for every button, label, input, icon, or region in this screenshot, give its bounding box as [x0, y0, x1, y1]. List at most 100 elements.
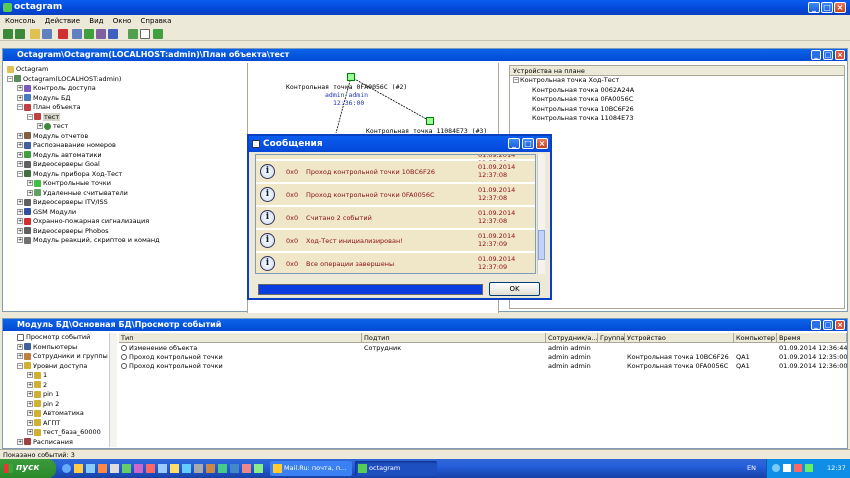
start-button[interactable]: пуск: [0, 459, 56, 478]
tree-item[interactable]: − Octagram(LOCALHOST:admin): [5, 75, 245, 85]
clock[interactable]: 12:37: [827, 459, 846, 478]
tree-item[interactable]: + Охранно-пожарная сигнализация: [5, 217, 245, 227]
tree-item[interactable]: + АГПТ: [5, 419, 109, 429]
column-header-computer[interactable]: Компьютер: [734, 333, 777, 343]
folder-icon[interactable]: [30, 29, 40, 39]
tree-item[interactable]: + Сотрудники и группы: [5, 352, 109, 362]
tree-item[interactable]: Просмотр событий: [5, 333, 109, 343]
quicklaunch-ie-icon[interactable]: [62, 464, 71, 473]
tree-item[interactable]: + Распознавание номеров: [5, 141, 245, 151]
tray-icon[interactable]: [794, 464, 802, 472]
plan-close-button[interactable]: ×: [835, 50, 845, 60]
dialog-title-bar[interactable]: Сообщения _ □ ×: [249, 136, 550, 152]
list-item[interactable]: i 0x0 Проход контрольной точки 10BC6F26 …: [256, 161, 535, 183]
list-item[interactable]: i 0x0 Считано 2 событий 01.09.2014 12:37:…: [256, 207, 535, 229]
menu-window[interactable]: Окно: [113, 15, 132, 27]
help-icon[interactable]: [108, 29, 118, 39]
quicklaunch-icon[interactable]: [230, 464, 239, 473]
menu-view[interactable]: Вид: [89, 15, 103, 27]
ok-button[interactable]: OK: [489, 282, 540, 296]
quicklaunch-icon[interactable]: [242, 464, 251, 473]
quicklaunch-icon[interactable]: [182, 464, 191, 473]
quicklaunch-icon[interactable]: [170, 464, 179, 473]
quicklaunch-icon[interactable]: [86, 464, 95, 473]
quicklaunch-icon[interactable]: [122, 464, 131, 473]
tree-item[interactable]: + Удаленные считыватели: [5, 189, 245, 199]
tree-item[interactable]: + Автоматика: [5, 409, 109, 419]
tree-item[interactable]: + Модуль автоматики: [5, 151, 245, 161]
dialog-maximize-button[interactable]: □: [522, 138, 534, 149]
tree-item[interactable]: + тест: [5, 122, 245, 132]
quicklaunch-icon[interactable]: [74, 464, 83, 473]
tree-item[interactable]: + Расписания: [5, 438, 109, 448]
menu-console[interactable]: Консоль: [5, 15, 36, 27]
column-header-device[interactable]: Устройство: [625, 333, 734, 343]
taskbar-mail-button[interactable]: Mail.Ru: почта, п...: [270, 461, 352, 476]
tree-item[interactable]: + Модуль отчетов: [5, 132, 245, 142]
tree-item[interactable]: Octagram: [5, 65, 245, 75]
network-icon[interactable]: [153, 29, 163, 39]
back-icon[interactable]: [3, 29, 13, 39]
properties-icon[interactable]: [72, 29, 82, 39]
checkpoint-node-1[interactable]: [347, 73, 355, 81]
grid-icon[interactable]: [42, 29, 52, 39]
tree-item[interactable]: + Видеосерверы Phobos: [5, 227, 245, 237]
events-window-title-bar[interactable]: Модуль БД\Основная БД\Просмотр событий _…: [3, 319, 847, 331]
tree-item[interactable]: + тест_база_60000: [5, 428, 109, 438]
export-icon[interactable]: [96, 29, 106, 39]
tree-item[interactable]: + Модуль БД: [5, 94, 245, 104]
quicklaunch-icon[interactable]: [218, 464, 227, 473]
events-minimize-button[interactable]: _: [811, 320, 821, 330]
tree-item[interactable]: +2: [5, 381, 109, 391]
tray-icon[interactable]: [805, 464, 813, 472]
tree-item[interactable]: +1: [5, 371, 109, 381]
column-header-subtype[interactable]: Подтип: [362, 333, 546, 343]
device-item[interactable]: Контрольная точка 11084E73: [510, 114, 844, 124]
quicklaunch-icon[interactable]: [194, 464, 203, 473]
tree-item[interactable]: + Видеосерверы ITV/ISS: [5, 198, 245, 208]
device-root[interactable]: − Контрольная точка Ход-Тест: [510, 76, 844, 86]
tray-icon[interactable]: [783, 464, 791, 472]
events-maximize-button[interactable]: □: [823, 320, 833, 330]
column-header-employee[interactable]: Сотрудник/а...: [546, 333, 598, 343]
quicklaunch-icon[interactable]: [98, 464, 107, 473]
quicklaunch-icon[interactable]: [110, 464, 119, 473]
dialog-minimize-button[interactable]: _: [508, 138, 520, 149]
device-item[interactable]: Контрольная точка 10BC6F26: [510, 105, 844, 115]
plan-maximize-button[interactable]: □: [823, 50, 833, 60]
device-item[interactable]: Контрольная точка 0FA0056C: [510, 95, 844, 105]
close-button[interactable]: ×: [834, 2, 846, 13]
column-header-group[interactable]: Группа: [598, 333, 625, 343]
menu-help[interactable]: Справка: [141, 15, 172, 27]
language-indicator[interactable]: EN: [747, 459, 756, 478]
events-tree-scrollbar[interactable]: [109, 333, 117, 447]
taskbar-octagram-button[interactable]: octagram: [355, 461, 437, 476]
delete-icon[interactable]: [58, 29, 68, 39]
square-icon[interactable]: [140, 29, 150, 39]
scrollbar-thumb[interactable]: [538, 230, 545, 260]
dialog-close-button[interactable]: ×: [536, 138, 548, 149]
tree-item[interactable]: + pin 1: [5, 390, 109, 400]
tool-icon[interactable]: [128, 29, 138, 39]
tree-item[interactable]: + GSM Модули: [5, 208, 245, 218]
list-item[interactable]: i 0x0 Проход контрольной точки 0FA0056C …: [256, 184, 535, 206]
list-item[interactable]: 01.09.2014 12:37:08: [256, 155, 535, 167]
tree-item[interactable]: + Компьютеры: [5, 343, 109, 353]
column-header-time[interactable]: Время: [777, 333, 847, 343]
quicklaunch-icon[interactable]: [134, 464, 143, 473]
list-item[interactable]: i 0x0 Все операции завершены 01.09.2014 1…: [256, 253, 535, 273]
tree-item[interactable]: − Модуль прибора Ход-Тест: [5, 170, 245, 180]
tree-item[interactable]: + Модуль реакций, скриптов и команд: [5, 236, 245, 246]
forward-icon[interactable]: [15, 29, 25, 39]
minimize-button[interactable]: _: [808, 2, 820, 13]
tree-item[interactable]: + Видеосерверы Goal: [5, 160, 245, 170]
quicklaunch-icon[interactable]: [146, 464, 155, 473]
tree-item[interactable]: − Уровни доступа: [5, 362, 109, 372]
tree-item[interactable]: + pin 2: [5, 400, 109, 410]
plan-window-title-bar[interactable]: Octagram\Octagram(LOCALHOST:admin)\План …: [3, 49, 847, 61]
menu-action[interactable]: Действие: [45, 15, 80, 27]
tray-icon[interactable]: [772, 464, 780, 472]
tree-item-selected[interactable]: − тест: [5, 112, 245, 123]
events-close-button[interactable]: ×: [835, 320, 845, 330]
column-header-type[interactable]: Тип: [119, 333, 362, 343]
